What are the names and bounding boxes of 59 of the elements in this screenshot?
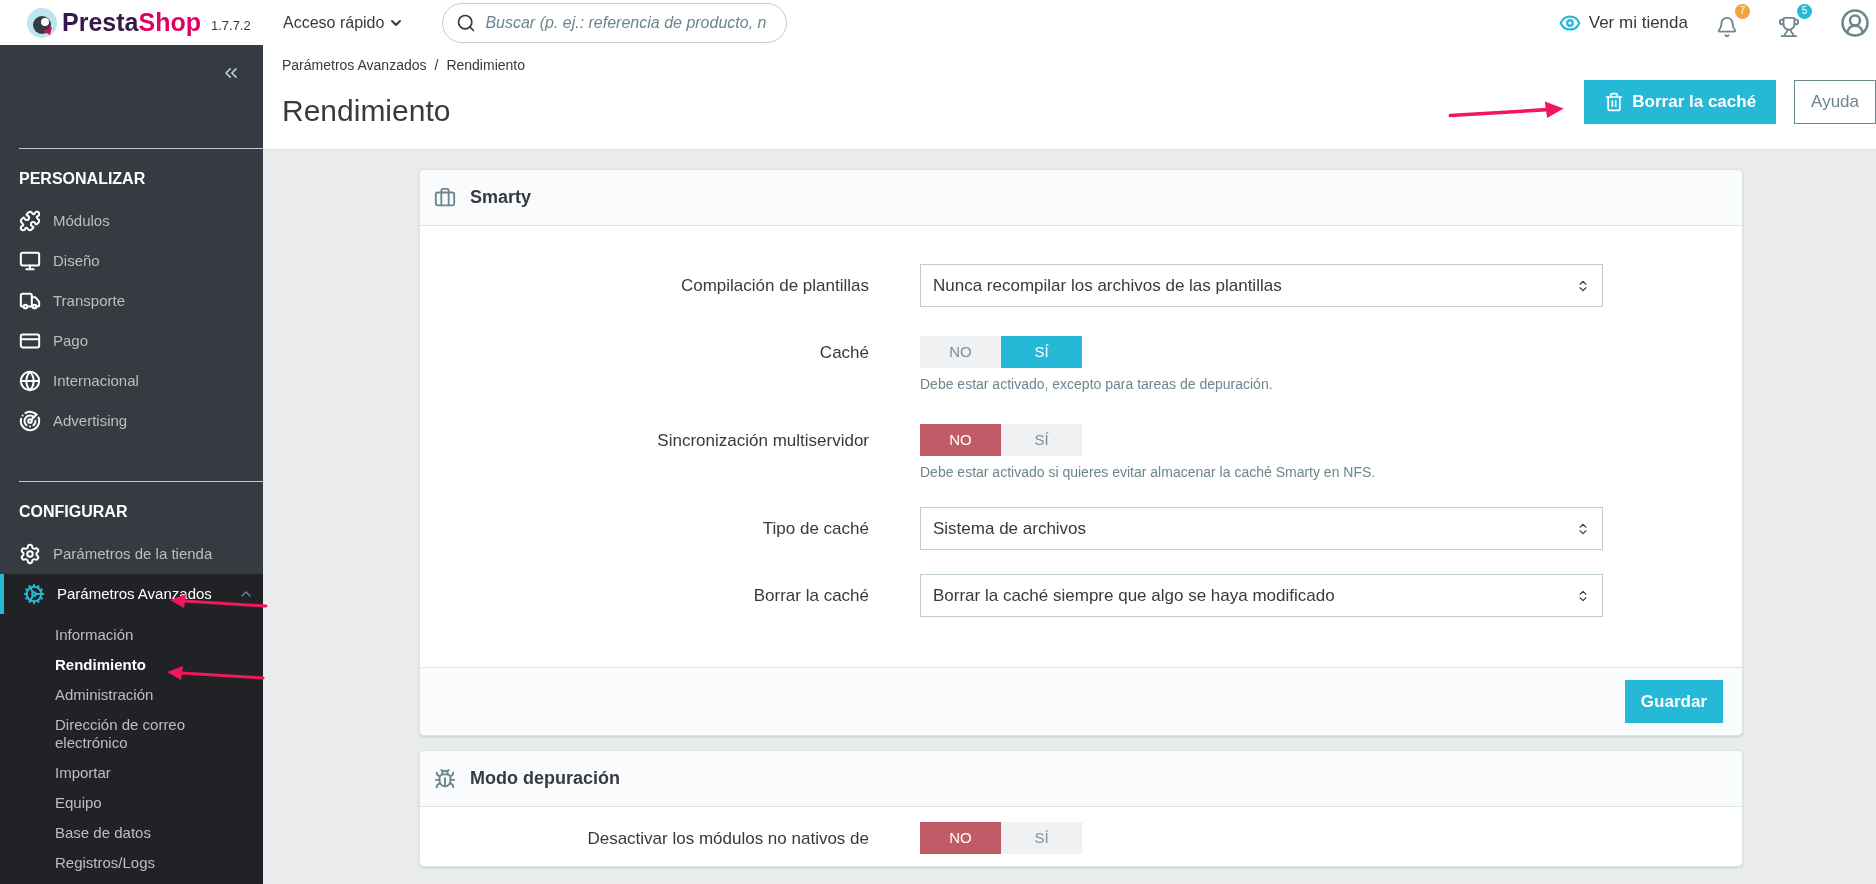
help-button[interactable]: Ayuda	[1794, 80, 1876, 124]
page-title: Rendimiento	[282, 93, 452, 129]
card-title: Smarty	[470, 186, 532, 209]
select-field[interactable]: Nunca recompilar los archivos de las plantillas	[920, 264, 1603, 307]
sidebar-item[interactable]: Diseño	[19, 241, 263, 281]
field-label: Desactivar los módulos no nativos de	[587, 827, 869, 850]
count-badge: 5	[1797, 3, 1812, 19]
sidebar-item[interactable]: Transporte	[19, 281, 263, 321]
search-field[interactable]: Buscar (p. ej.: referencia de producto, n	[442, 2, 788, 43]
help-text: Debe estar activado si quieres evitar almacenar la caché Smarty en NFS.	[920, 463, 1377, 482]
submenu-item[interactable]: Administración	[55, 686, 223, 704]
card-title: Modo depuración	[470, 767, 620, 790]
breadcrumb-link[interactable]: Parámetros Avanzados	[282, 55, 427, 76]
target-icon	[19, 410, 41, 432]
trophy-icon	[1778, 15, 1800, 38]
help-text: Debe estar activado, excepto para tareas de depuración.	[920, 375, 1274, 394]
globe-icon	[19, 370, 41, 392]
submenu-item[interactable]: Base de datos	[55, 824, 223, 842]
bug-icon	[434, 767, 456, 790]
submenu-item[interactable]: Rendimiento	[55, 656, 223, 674]
select-field[interactable]: Sistema de archivos	[920, 507, 1603, 550]
toggle-option[interactable]: NO	[920, 822, 1001, 854]
submenu-item[interactable]: Registros/Logs	[55, 854, 223, 872]
sidebar-item[interactable]: Pago	[19, 321, 263, 361]
submenu-item[interactable]: Información	[55, 626, 223, 644]
logo-icon	[26, 6, 58, 39]
submenu-item[interactable]: Importar	[55, 764, 223, 782]
gear-icon	[23, 583, 45, 605]
breadcrumb-separator: /	[434, 56, 439, 75]
field-label: Tipo de caché	[762, 517, 869, 540]
briefcase-icon	[434, 186, 456, 209]
brand-name: PrestaShop	[62, 10, 201, 35]
quick-access-menu[interactable]: Acceso rápido	[283, 10, 405, 35]
user-avatar-icon[interactable]	[1840, 7, 1870, 38]
version-label: 1.7.7.2	[210, 16, 251, 35]
submenu-item[interactable]: Dirección de correo electrónico	[55, 716, 223, 752]
truck-icon	[19, 290, 41, 312]
sidebar-item[interactable]: Advertising	[19, 401, 263, 441]
sidebar-item[interactable]: Módulos	[19, 201, 263, 241]
field-label: Compilación de plantillas	[680, 274, 869, 297]
field-label: Caché	[819, 341, 869, 364]
field-label: Sincronización multiservidor	[657, 429, 869, 452]
search-icon	[456, 12, 477, 33]
monitor-icon	[19, 250, 41, 272]
breadcrumb-current: Rendimiento	[446, 56, 525, 75]
sidebar-item[interactable]: Internacional	[19, 361, 263, 401]
sidebar-item[interactable]: Parámetros de la tienda	[0, 534, 263, 574]
bell-icon	[1716, 15, 1738, 38]
select-field[interactable]: Borrar la caché siempre que algo se haya modificado	[920, 574, 1603, 617]
count-badge: 7	[1735, 3, 1750, 19]
toggle-option[interactable]: NO	[920, 424, 1001, 456]
field-label: Borrar la caché	[753, 584, 869, 607]
section-heading: CONFIGURAR	[19, 503, 128, 520]
settings-icon	[19, 543, 41, 565]
view-store-link[interactable]: Ver mi tienda	[1558, 9, 1688, 36]
trash-icon	[1604, 92, 1625, 112]
section-heading: PERSONALIZAR	[19, 170, 146, 187]
puzzle-icon	[19, 210, 41, 232]
submenu-item[interactable]: Equipo	[55, 794, 223, 812]
